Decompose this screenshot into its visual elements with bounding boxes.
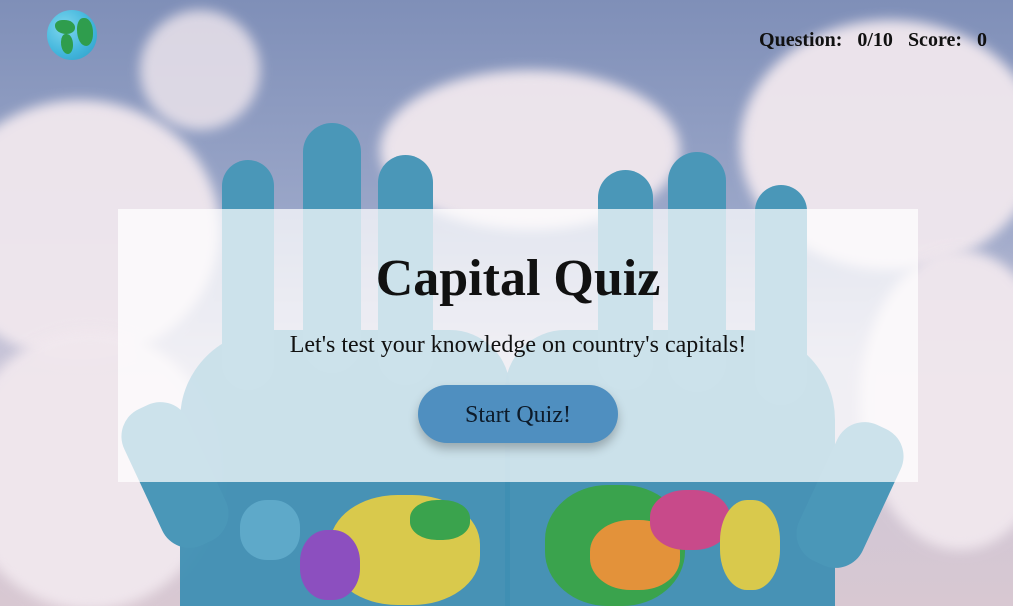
- intro-card: Capital Quiz Let's test your knowledge o…: [118, 209, 918, 482]
- question-label: Question:: [759, 29, 843, 51]
- score-value: 0: [977, 29, 987, 51]
- globe-icon[interactable]: [47, 10, 97, 60]
- page-title: Capital Quiz: [375, 250, 661, 307]
- intro-subtitle: Let's test your knowledge on country's c…: [289, 332, 747, 358]
- question-progress: 0/10: [857, 29, 893, 51]
- score-label: Score:: [907, 29, 962, 51]
- score-bar: Question: 0/10 Score: 0: [759, 29, 987, 52]
- start-quiz-button[interactable]: Start Quiz!: [418, 385, 618, 443]
